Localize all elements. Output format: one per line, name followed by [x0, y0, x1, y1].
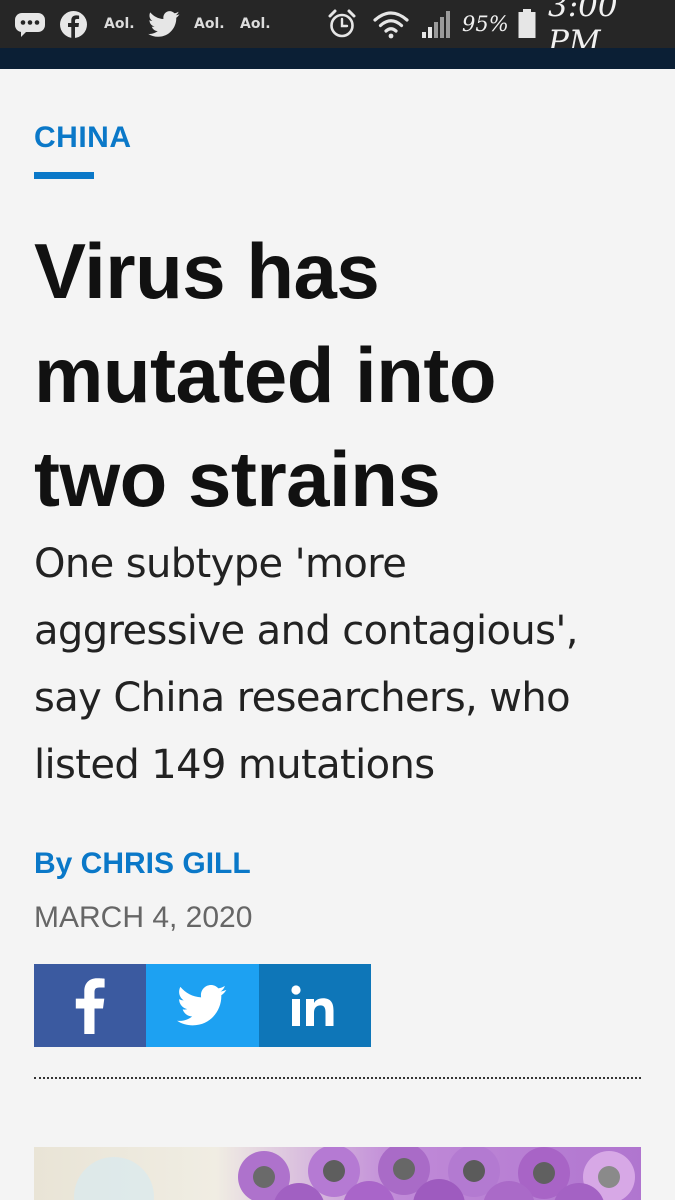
section-underline — [34, 172, 94, 179]
twitter-share-button[interactable] — [146, 964, 259, 1047]
headline-line: two strains — [34, 435, 441, 523]
subhead-line: listed 149 mutations — [34, 742, 435, 788]
subhead-line: say China researchers, who — [34, 675, 571, 721]
status-bar: Aol. Aol. Aol. 95% 3:00 PM — [0, 0, 675, 60]
author-byline[interactable]: By CHRIS GILL — [34, 847, 251, 881]
alarm-icon — [326, 0, 358, 48]
signal-icon — [421, 0, 453, 48]
facebook-icon — [59, 0, 88, 48]
linkedin-icon — [291, 984, 334, 1026]
site-header-bar — [0, 48, 675, 69]
linkedin-share-button[interactable] — [258, 964, 371, 1047]
aol-notification-3: Aol. — [240, 16, 271, 32]
wifi-icon — [372, 0, 410, 48]
article-content: CHINA Virus has mutated into two strains… — [0, 69, 675, 1200]
battery-percent: 95% — [462, 12, 509, 36]
headline-line: mutated into — [34, 331, 496, 419]
message-icon — [14, 0, 46, 48]
article-subheadline: One subtype 'more aggressive and contagi… — [34, 531, 644, 799]
section-divider — [34, 1077, 641, 1079]
publish-date: MARCH 4, 2020 — [34, 901, 253, 934]
share-buttons — [34, 964, 371, 1047]
headline-line: Virus has — [34, 227, 380, 315]
subhead-line: aggressive and contagious', — [34, 608, 579, 654]
hero-image — [34, 1147, 641, 1200]
aol-notification-1: Aol. — [104, 16, 135, 32]
facebook-icon — [75, 977, 105, 1034]
aol-notification-2: Aol. — [194, 16, 225, 32]
clock: 3:00 PM — [548, 0, 618, 60]
section-link[interactable]: CHINA — [34, 121, 132, 155]
subhead-line: One subtype 'more — [34, 541, 407, 587]
facebook-share-button[interactable] — [34, 964, 147, 1047]
twitter-icon — [177, 984, 227, 1025]
battery-icon — [518, 0, 536, 48]
article-headline: Virus has mutated into two strains — [34, 219, 654, 531]
twitter-icon — [148, 0, 180, 48]
test-tubes-photo — [74, 1147, 635, 1200]
